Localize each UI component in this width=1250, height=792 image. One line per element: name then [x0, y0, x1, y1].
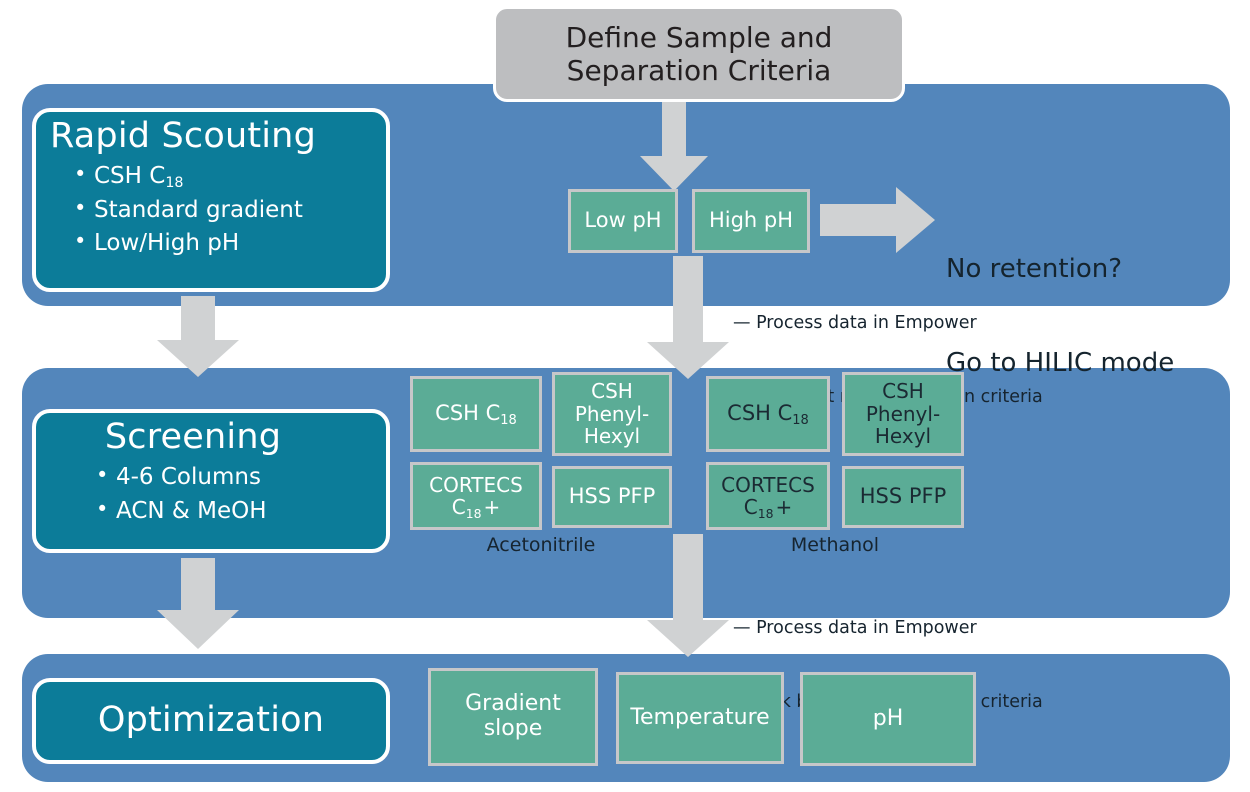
column-box-meoh-cortecs-c18-label: CORTECS C18 + — [721, 472, 815, 521]
bullet-low-high-ph: Low/High pH — [74, 226, 372, 261]
stage-card-rapid-scouting[interactable]: Rapid Scouting CSH C18 Standard gradient… — [32, 108, 390, 292]
define-criteria-line2: Separation Criteria — [566, 54, 832, 87]
column-box-meoh-cortecs-c18[interactable]: CORTECS C18 + — [706, 462, 830, 530]
bullet-standard-gradient: Standard gradient — [74, 193, 372, 228]
stage-card-optimization[interactable]: Optimization — [32, 678, 390, 764]
scouting-note-1: — Process data in Empower — [733, 312, 977, 333]
define-criteria-line1: Define Sample and — [565, 20, 833, 54]
arrow-screening-to-optimization — [155, 558, 241, 650]
column-box-acn-cortecs-c18[interactable]: CORTECS C18 + — [410, 462, 542, 530]
arrow-ph-to-screening — [645, 256, 731, 380]
column-box-acn-hss-pfp-label: HSS PFP — [568, 484, 656, 509]
stage-title-screening: Screening — [104, 417, 282, 457]
factor-box-temperature[interactable]: Temperature — [616, 672, 784, 764]
solvent-label-acetonitrile: Acetonitrile — [486, 534, 596, 556]
box-low-ph-label: Low pH — [584, 208, 662, 233]
column-box-meoh-csh-c18[interactable]: CSH C18 — [706, 376, 830, 452]
column-box-acn-csh-phenyl-hexyl-label: CSH Phenyl- Hexyl — [574, 379, 650, 449]
arrow-define-to-ph — [638, 100, 710, 192]
column-box-meoh-csh-phenyl-hexyl[interactable]: CSH Phenyl- Hexyl — [842, 372, 964, 456]
bullet-4-6-columns: 4-6 Columns — [96, 460, 372, 495]
column-box-meoh-csh-c18-label: CSH C18 — [727, 401, 809, 429]
column-box-acn-cortecs-c18-label: CORTECS C18 + — [429, 472, 523, 521]
column-box-meoh-hss-pfp-label: HSS PFP — [859, 484, 947, 509]
box-high-ph[interactable]: High pH — [692, 189, 810, 253]
stage-bullets-screening: 4-6 Columns ACN & MeOH — [50, 460, 372, 529]
stage-title-optimization: Optimization — [97, 700, 325, 741]
stage-title-rapid-scouting: Rapid Scouting — [50, 116, 316, 156]
factor-box-temperature-label: Temperature — [630, 704, 770, 730]
factor-box-ph-label: pH — [872, 705, 904, 731]
column-box-acn-csh-c18-label: CSH C18 — [435, 401, 517, 429]
arrow-scouting-to-screening — [155, 296, 241, 378]
solvent-label-methanol: Methanol — [790, 534, 880, 556]
box-high-ph-label: High pH — [708, 208, 794, 233]
factor-box-gradient-slope-label: Gradient slope — [465, 691, 561, 741]
bullet-acn-meoh: ACN & MeOH — [96, 494, 372, 529]
flowchart-canvas: Define Sample and Separation Criteria Ra… — [0, 0, 1250, 792]
column-box-acn-hss-pfp[interactable]: HSS PFP — [552, 466, 672, 528]
box-low-ph[interactable]: Low pH — [568, 189, 678, 253]
column-box-acn-csh-c18[interactable]: CSH C18 — [410, 376, 542, 452]
factor-box-ph[interactable]: pH — [800, 672, 976, 766]
stage-card-screening[interactable]: Screening 4-6 Columns ACN & MeOH — [32, 409, 390, 553]
column-box-meoh-hss-pfp[interactable]: HSS PFP — [842, 466, 964, 528]
factor-box-gradient-slope[interactable]: Gradient slope — [428, 668, 598, 766]
arrow-to-hilic — [820, 186, 936, 254]
column-box-meoh-csh-phenyl-hexyl-label: CSH Phenyl- Hexyl — [865, 379, 941, 449]
define-criteria-box[interactable]: Define Sample and Separation Criteria — [493, 6, 905, 102]
stage-bullets-rapid-scouting: CSH C18 Standard gradient Low/High pH — [50, 159, 372, 261]
screening-note-1: — Process data in Empower — [733, 617, 977, 638]
column-box-acn-csh-phenyl-hexyl[interactable]: CSH Phenyl- Hexyl — [552, 372, 672, 456]
bullet-csh-c18: CSH C18 — [74, 159, 372, 194]
